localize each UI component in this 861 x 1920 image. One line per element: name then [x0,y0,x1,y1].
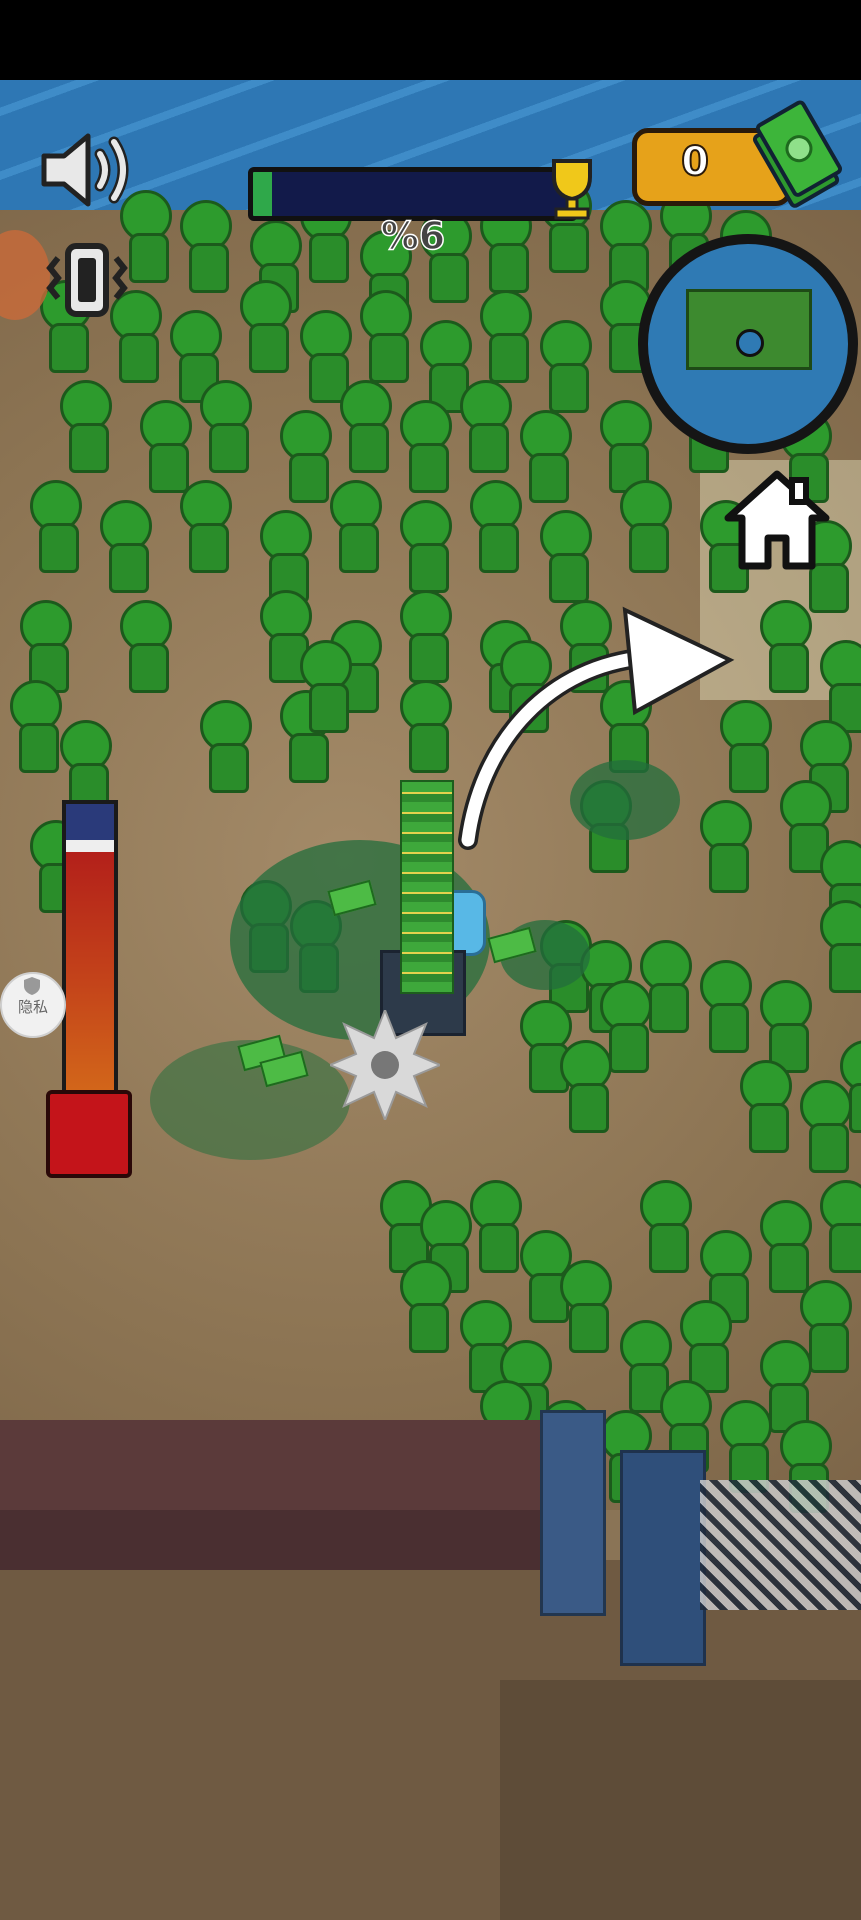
zombie [200,380,252,473]
wall-top [0,1420,540,1510]
zombie [600,400,652,493]
trophy-icon [552,159,592,220]
status-bar [0,0,861,80]
zombie [700,960,752,1053]
zombie [330,480,382,573]
zombie [680,1300,732,1393]
zombie [820,840,861,933]
wall-front [0,1510,540,1570]
zombie [820,1180,861,1273]
zombie [420,1200,472,1293]
money-value: 0 [680,138,710,186]
zombie [250,220,302,313]
zombie [360,290,412,383]
level-progress-bar [248,167,578,221]
shield-icon [24,977,40,995]
zombie [820,640,861,733]
zombie [460,380,512,473]
direction-arrow [458,606,735,850]
ground-shadow [500,1680,861,1920]
zombie [620,1320,672,1413]
zombie [800,720,852,813]
zombie [840,1040,861,1133]
zombie [760,600,812,693]
zombie [120,600,172,693]
zombie [60,380,112,473]
privacy-label: 隐私 [17,998,48,1016]
zombie [520,1000,572,1093]
zombie [60,720,112,813]
gate-fence [700,1480,861,1610]
zombie [540,320,592,413]
zombie [460,1300,512,1393]
zombie [100,500,152,593]
cash-stack-icon [752,100,843,208]
zombie [560,1260,612,1353]
level-progress-text: %6 [380,213,446,259]
minimap[interactable] [638,234,858,454]
zombie [560,1040,612,1133]
zombie [520,410,572,503]
zombie [400,400,452,493]
zombie [640,940,692,1033]
zombie [700,1230,752,1323]
zombie [180,480,232,573]
zombie [300,310,352,403]
zombie [400,1260,452,1353]
level-progress-fill [253,172,273,216]
zombie [760,980,812,1073]
fuel-gauge [62,800,118,1108]
zombie [20,600,72,693]
zombie [540,510,592,603]
zombie [480,290,532,383]
zombie [200,700,252,793]
zombie [180,200,232,293]
zombie [780,780,832,873]
zombie [170,310,222,403]
zombie [260,510,312,603]
base-wall [0,1410,861,1666]
carried-cash-stack [400,780,454,994]
zombie [400,500,452,593]
vibration-icon[interactable] [42,240,132,320]
zombie [400,680,452,773]
saw-blade [330,1010,440,1120]
home-icon [724,470,830,570]
fuel-can-icon [46,1090,132,1178]
zombie [740,1060,792,1153]
gate-post [620,1450,706,1666]
zombie [820,900,861,993]
zombie [760,1200,812,1293]
zombie [140,400,192,493]
zombie [600,980,652,1073]
minimap-player [736,329,764,357]
zombie [760,1340,812,1433]
zombie [800,1080,852,1173]
zombie [30,480,82,573]
zombie [620,480,672,573]
zombie [640,1180,692,1273]
zombie [10,680,62,773]
zombie [470,480,522,573]
zombie [420,320,472,413]
speaker-icon[interactable] [38,130,138,210]
zombie [340,380,392,473]
zombie [470,1180,522,1273]
zombie [260,590,312,683]
zombie [600,200,652,293]
zombie [400,590,452,683]
zombie [300,640,352,733]
zombie [800,1280,852,1373]
gate-post [540,1410,606,1616]
zombie [240,280,292,373]
zombie [280,410,332,503]
